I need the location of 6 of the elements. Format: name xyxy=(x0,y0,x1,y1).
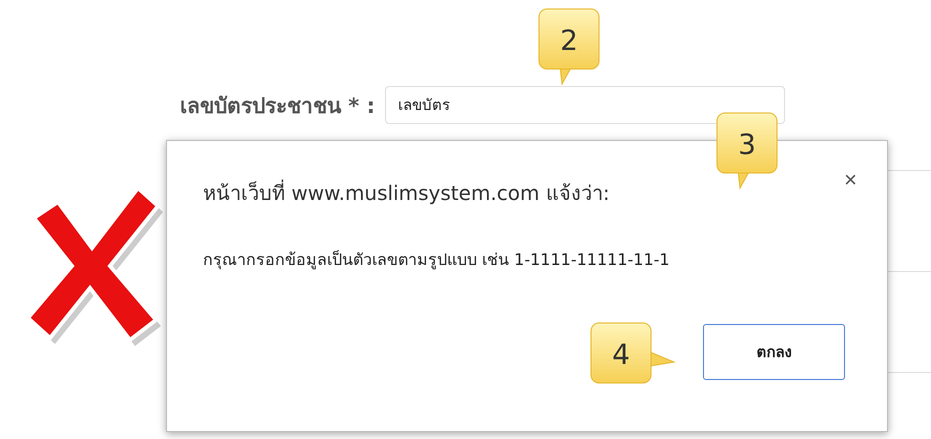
input-field[interactable]: เลขบัตร xyxy=(385,86,786,124)
ok-button[interactable]: ตกลง xyxy=(703,324,845,380)
dialog-title: หน้าเว็บที่ www.muslimsystem.com แจ้งว่า: xyxy=(203,178,610,207)
close-button[interactable]: × xyxy=(844,167,857,193)
field-label: เลขบัตรประชาชน * : xyxy=(180,92,376,120)
dialog-message: กรุณากรอกข้อมูลเป็นตัวเลขตามรูปแบบ เช่น 1-1111-11111-11-1 xyxy=(203,249,671,272)
